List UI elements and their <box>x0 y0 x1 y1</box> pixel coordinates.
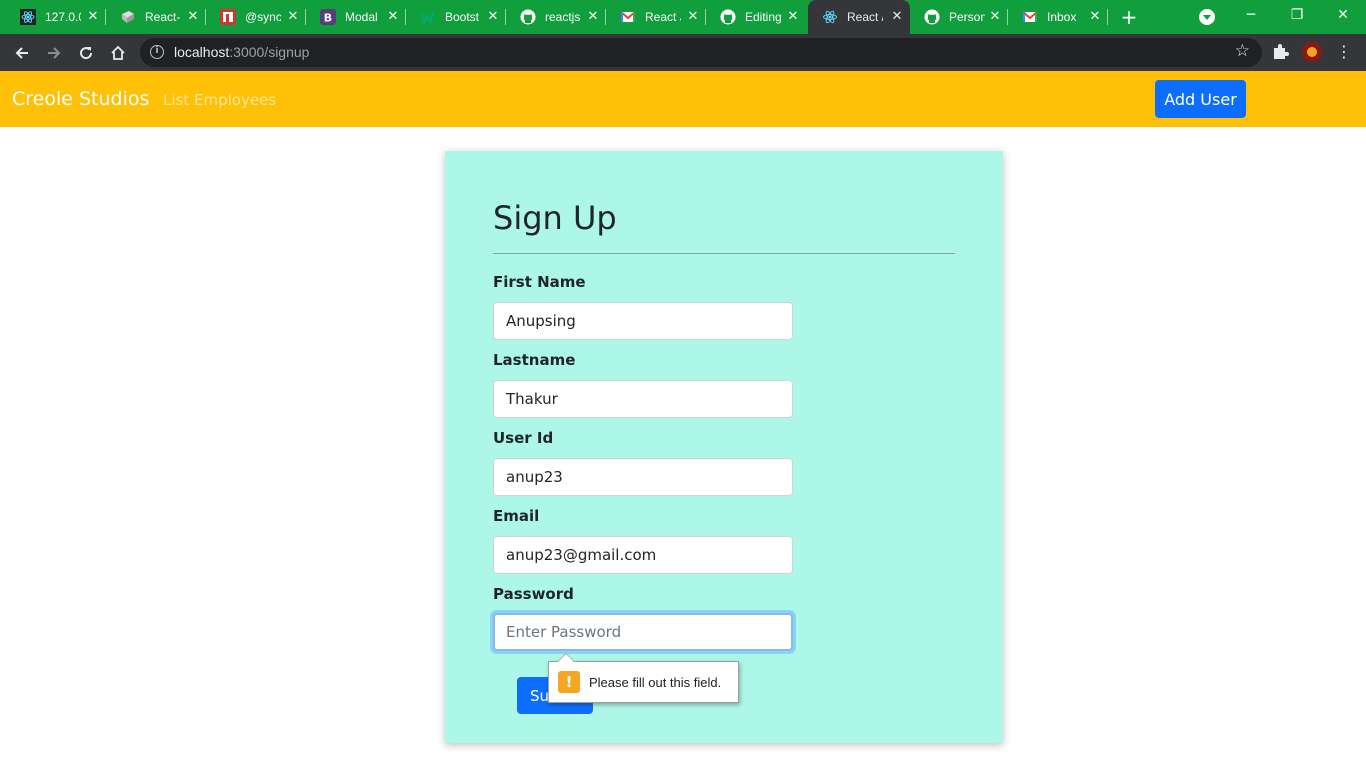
address-bar[interactable]: i localhost:3000/signup ☆ <box>140 38 1262 67</box>
bookmark-star-icon[interactable]: ☆ <box>1235 41 1250 61</box>
close-icon[interactable]: ✕ <box>586 10 600 24</box>
add-user-button[interactable]: Add User <box>1155 80 1246 118</box>
kebab-menu-icon[interactable]: ⋮ <box>1336 42 1352 62</box>
back-arrow-icon[interactable] <box>9 40 35 66</box>
close-icon[interactable]: ✕ <box>386 10 400 24</box>
tab-title: reactjs <box>545 10 581 24</box>
gmail-icon <box>1022 9 1038 25</box>
first-name-label: First Name <box>493 273 586 291</box>
info-icon[interactable]: i <box>150 45 164 59</box>
browser-tab[interactable]: Bootst ✕ <box>406 0 506 34</box>
react-icon <box>822 9 838 25</box>
browser-tab[interactable]: reactjs ✕ <box>506 0 606 34</box>
tab-title: Person <box>949 10 985 24</box>
close-window-icon[interactable]: ✕ <box>1320 0 1366 30</box>
tab-title: Modal <box>345 10 378 24</box>
tab-title: React J <box>645 10 681 24</box>
restore-icon[interactable]: ❐ <box>1274 0 1320 30</box>
password-input[interactable] <box>493 613 793 651</box>
browser-toolbar: i localhost:3000/signup ☆ <box>0 34 1366 71</box>
user-id-label: User Id <box>493 429 554 447</box>
tab-title: @sync <box>245 10 281 24</box>
password-label: Password <box>493 585 574 603</box>
url-host: localhost <box>174 44 230 60</box>
minimize-icon[interactable]: ─ <box>1228 0 1274 30</box>
svg-text:B: B <box>324 12 332 25</box>
gitbook-icon <box>120 9 136 25</box>
close-icon[interactable]: ✕ <box>988 10 1002 24</box>
w3-icon <box>420 9 436 25</box>
tab-title: Editing <box>745 10 781 24</box>
app-navbar: Creole Studios List Employees Add User <box>0 71 1366 127</box>
warning-icon: ! <box>558 671 580 693</box>
tab-divider <box>1107 9 1108 25</box>
url-path: :3000/signup <box>229 44 310 60</box>
browser-tab[interactable]: 127.0.0 ✕ <box>6 0 106 34</box>
close-icon[interactable]: ✕ <box>890 10 904 24</box>
browser-tab[interactable]: @sync ✕ <box>206 0 306 34</box>
github-icon <box>924 9 940 25</box>
browser-tab-strip: 127.0.0 ✕ React- ✕ @sync ✕ B Modal ✕ Boo… <box>0 0 1366 34</box>
profile-avatar[interactable] <box>1302 42 1322 62</box>
email-label: Email <box>493 507 540 525</box>
lastname-label: Lastname <box>493 351 576 369</box>
tab-title: Bootst <box>445 10 480 24</box>
list-employees-link[interactable]: List Employees <box>163 91 276 109</box>
brand-link[interactable]: Creole Studios <box>12 88 149 110</box>
browser-tab[interactable]: Editing ✕ <box>706 0 806 34</box>
react-icon <box>20 9 36 25</box>
bootstrap-icon: B <box>320 9 336 25</box>
close-icon[interactable]: ✕ <box>686 10 700 24</box>
browser-tab-active[interactable]: React / ✕ <box>808 0 910 34</box>
home-icon[interactable] <box>105 40 131 66</box>
email-input[interactable] <box>493 536 793 574</box>
forward-arrow-icon[interactable] <box>41 40 67 66</box>
tab-title: Inbox <box>1047 10 1077 24</box>
browser-tab[interactable]: Inbox ✕ <box>1008 0 1108 34</box>
validation-tooltip: ! Please fill out this field. <box>548 653 739 703</box>
tab-title: React- <box>145 10 181 24</box>
close-icon[interactable]: ✕ <box>86 10 100 24</box>
tab-title: 127.0.0 <box>45 10 81 24</box>
lastname-input[interactable] <box>493 380 793 418</box>
browser-tab[interactable]: React- ✕ <box>106 0 206 34</box>
github-icon <box>720 9 736 25</box>
close-icon[interactable]: ✕ <box>286 10 300 24</box>
reload-icon[interactable] <box>73 40 99 66</box>
validation-message: Please fill out this field. <box>589 675 722 690</box>
extensions-puzzle-icon[interactable] <box>1270 42 1290 62</box>
user-id-input[interactable] <box>493 458 793 496</box>
close-icon[interactable]: ✕ <box>186 10 200 24</box>
gmail-icon <box>620 9 636 25</box>
url-text: localhost:3000/signup <box>174 44 309 60</box>
page-title: Sign Up <box>493 199 617 237</box>
browser-tab[interactable]: React J ✕ <box>606 0 706 34</box>
github-icon <box>520 9 536 25</box>
first-name-input[interactable] <box>493 302 793 340</box>
tab-title: React / <box>847 10 883 24</box>
tab-search-icon[interactable] <box>1199 9 1215 25</box>
title-divider <box>493 253 955 254</box>
close-icon[interactable]: ✕ <box>1088 10 1102 24</box>
new-tab-plus-icon[interactable]: + <box>1118 6 1140 28</box>
close-icon[interactable]: ✕ <box>786 10 800 24</box>
browser-tab[interactable]: B Modal ✕ <box>306 0 406 34</box>
npm-icon <box>220 9 236 25</box>
close-icon[interactable]: ✕ <box>486 10 500 24</box>
browser-tab[interactable]: Person ✕ <box>910 0 1008 34</box>
signup-card: Sign Up First Name Lastname User Id Emai… <box>445 151 1003 743</box>
